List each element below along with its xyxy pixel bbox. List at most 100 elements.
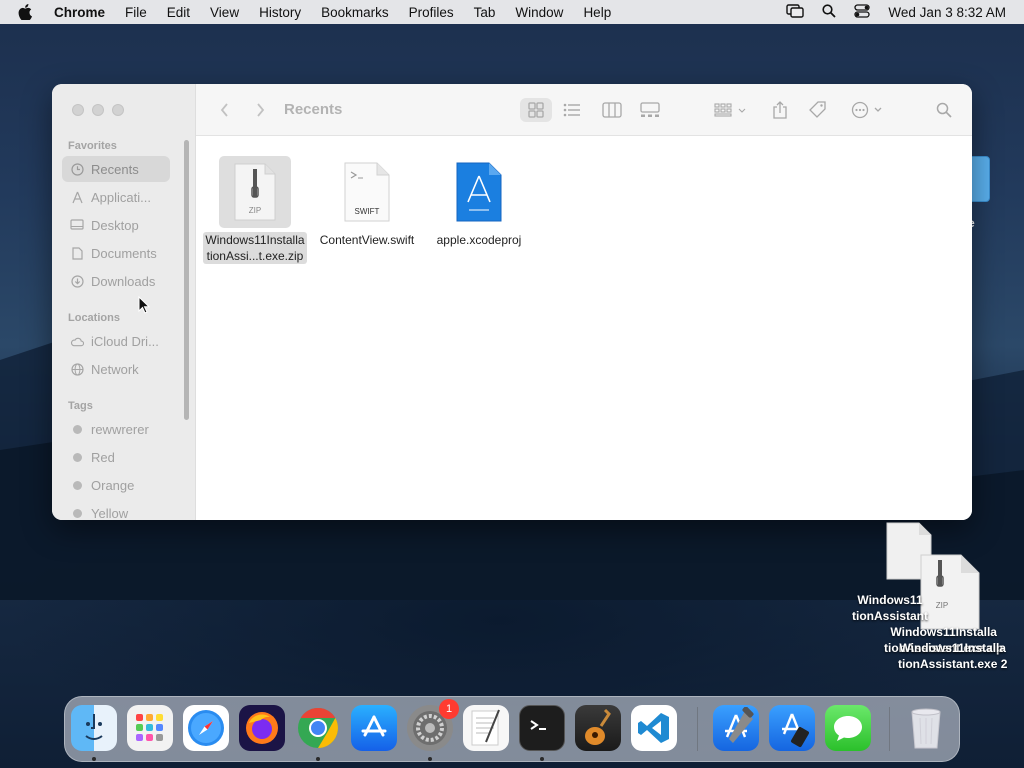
- forward-button[interactable]: [250, 98, 270, 122]
- applications-icon: [70, 190, 84, 204]
- tag-button[interactable]: [806, 98, 830, 122]
- dock-textedit-icon[interactable]: [463, 705, 509, 751]
- menu-datetime[interactable]: Wed Jan 3 8:32 AM: [888, 5, 1006, 20]
- dock-system-settings-icon[interactable]: 1: [407, 699, 459, 751]
- dock-vscode-icon[interactable]: [631, 705, 677, 751]
- dock-garageband-icon[interactable]: [575, 705, 621, 751]
- menu-profiles[interactable]: Profiles: [409, 5, 454, 20]
- column-view-icon: [602, 102, 622, 118]
- dock-app-store-icon[interactable]: [351, 705, 397, 751]
- sidebar-header-locations: Locations: [68, 312, 120, 324]
- running-indicator: [428, 757, 432, 761]
- menu-window[interactable]: Window: [515, 5, 563, 20]
- dock: 1: [64, 696, 960, 762]
- file-name-label: ContentView.swift: [319, 233, 415, 247]
- finder-sidebar: Favorites Recents Applicati... Desktop D…: [52, 84, 196, 520]
- close-button[interactable]: [72, 104, 84, 116]
- dock-terminal-icon[interactable]: [519, 705, 565, 751]
- chevron-right-icon: [256, 103, 264, 117]
- file-item-swift[interactable]: SWIFT ContentView.swift: [312, 156, 422, 249]
- menu-tab[interactable]: Tab: [474, 5, 496, 20]
- group-by-button[interactable]: [710, 98, 750, 122]
- screen-mirroring-icon[interactable]: [786, 3, 805, 21]
- sidebar-item-label: Recents: [91, 161, 139, 177]
- list-view-button[interactable]: [556, 98, 588, 122]
- finder-toolbar: Recents: [196, 84, 972, 136]
- dock-chrome-icon[interactable]: [295, 705, 341, 751]
- desktop-zip-icon[interactable]: ZIP: [920, 554, 980, 635]
- dock-separator: [697, 707, 698, 751]
- sidebar-tag-red[interactable]: Red: [62, 444, 170, 470]
- sidebar-header-favorites: Favorites: [68, 140, 117, 152]
- back-button[interactable]: [214, 98, 234, 122]
- gallery-view-button[interactable]: [634, 98, 666, 122]
- sidebar-item-desktop[interactable]: Desktop: [62, 212, 170, 238]
- sidebar-tag-orange[interactable]: Orange: [62, 472, 170, 498]
- more-actions-button[interactable]: [848, 98, 888, 122]
- sidebar-scrollbar[interactable]: [184, 140, 189, 420]
- control-center-icon[interactable]: [854, 3, 871, 21]
- tag-icon: [809, 101, 826, 118]
- clock-icon: [70, 162, 84, 176]
- running-indicator: [316, 757, 320, 761]
- search-icon: [936, 102, 952, 118]
- file-item-xcodeproj[interactable]: apple.xcodeproj: [424, 156, 534, 249]
- sidebar-item-icloud[interactable]: iCloud Dri...: [62, 328, 170, 354]
- share-button[interactable]: [768, 98, 792, 122]
- file-browser-content: ZIP Windows11Installa tionAssi...t.exe.zi…: [196, 136, 972, 520]
- notification-badge: 1: [439, 699, 459, 719]
- dock-simulator-icon[interactable]: [769, 705, 815, 751]
- desktop-file-label: Windows11 tionAssistant: [852, 593, 929, 623]
- menu-view[interactable]: View: [210, 5, 239, 20]
- dock-launchpad-icon[interactable]: [127, 705, 173, 751]
- spotlight-search-icon[interactable]: [822, 3, 837, 21]
- menu-edit[interactable]: Edit: [167, 5, 190, 20]
- list-view-icon: [563, 103, 580, 117]
- file-name-label: apple.xcodeproj: [436, 233, 522, 247]
- window-controls: [72, 104, 124, 116]
- dock-messages-icon[interactable]: [825, 705, 871, 751]
- sidebar-item-recents[interactable]: Recents: [62, 156, 170, 182]
- dock-trash-icon[interactable]: [903, 705, 949, 751]
- sidebar-item-network[interactable]: Network: [62, 356, 170, 382]
- gallery-view-icon: [640, 102, 660, 117]
- xcodeproj-icon: [443, 156, 515, 228]
- sidebar-item-documents[interactable]: Documents: [62, 240, 170, 266]
- sidebar-item-label: Downloads: [91, 273, 156, 289]
- dock-finder-icon[interactable]: [71, 705, 117, 751]
- menu-file[interactable]: File: [125, 5, 147, 20]
- menu-bar: Chrome File Edit View History Bookmarks …: [0, 0, 1024, 24]
- dock-firefox-icon[interactable]: [239, 705, 285, 751]
- apple-icon[interactable]: [18, 4, 38, 20]
- icon-view-button[interactable]: [520, 98, 552, 122]
- sidebar-tag-yellow[interactable]: Yellow: [62, 500, 170, 520]
- sidebar-item-applications[interactable]: Applicati...: [62, 184, 170, 210]
- group-grid-icon: [714, 103, 746, 117]
- download-icon: [70, 274, 84, 288]
- column-view-button[interactable]: [596, 98, 628, 122]
- sidebar-tag-rewwrerer[interactable]: rewwrerer: [62, 416, 170, 442]
- menu-help[interactable]: Help: [583, 5, 611, 20]
- minimize-button[interactable]: [92, 104, 104, 116]
- file-name-label: Windows11Installa tionAssi...t.exe.zip: [203, 232, 307, 264]
- file-item-zip[interactable]: ZIP Windows11Installa tionAssi...t.exe.zi…: [200, 156, 310, 265]
- tag-dot-icon: [72, 480, 82, 490]
- dock-xcode-icon[interactable]: [713, 705, 759, 751]
- menu-chrome[interactable]: Chrome: [54, 5, 105, 20]
- search-button[interactable]: [932, 98, 956, 122]
- document-icon: [70, 246, 84, 260]
- network-globe-icon: [70, 362, 84, 376]
- zoom-button[interactable]: [112, 104, 124, 116]
- sidebar-item-downloads[interactable]: Downloads: [62, 268, 170, 294]
- mouse-cursor-icon: [138, 296, 150, 314]
- sidebar-item-label: Yellow: [91, 505, 129, 521]
- menu-history[interactable]: History: [259, 5, 301, 20]
- dock-safari-icon[interactable]: [183, 705, 229, 751]
- chevron-left-icon: [220, 103, 228, 117]
- menu-bookmarks[interactable]: Bookmarks: [321, 5, 389, 20]
- dock-separator: [889, 707, 890, 751]
- swift-file-icon: SWIFT: [331, 156, 403, 228]
- sidebar-item-label: Orange: [91, 477, 135, 493]
- sidebar-item-label: Desktop: [91, 217, 139, 233]
- tag-dot-icon: [72, 508, 82, 518]
